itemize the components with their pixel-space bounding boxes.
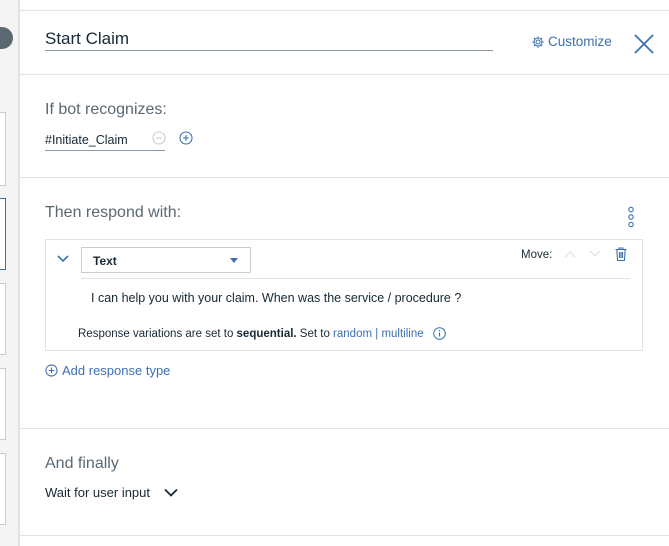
variations-set-to: Set to (296, 328, 334, 340)
response-type-select[interactable]: Text (81, 247, 251, 273)
add-response-type-label: Add response type (62, 363, 171, 378)
background-node-card[interactable] (0, 368, 6, 440)
variations-mode: sequential. (236, 328, 297, 340)
chevron-down-icon (164, 488, 178, 497)
add-condition-icon[interactable] (179, 131, 193, 145)
panel-top-divider (20, 10, 669, 11)
section-divider (20, 74, 669, 75)
background-node-card[interactable] (0, 453, 6, 525)
background-node-card-selected[interactable] (0, 198, 6, 270)
close-icon[interactable] (631, 31, 657, 57)
condition-heading: If bot recognizes: (45, 101, 167, 118)
background-sidebar (0, 0, 19, 546)
finally-action-select[interactable]: Wait for user input (45, 485, 178, 500)
section-divider (20, 428, 669, 429)
node-editor-panel: Customize If bot recognizes: Then respon… (19, 0, 669, 546)
move-label: Move: (521, 249, 553, 261)
info-icon[interactable] (433, 327, 446, 340)
response-text-divider (81, 278, 630, 279)
move-down-icon[interactable] (589, 250, 601, 258)
section-divider (20, 177, 669, 178)
move-up-icon[interactable] (564, 250, 576, 258)
overflow-menu-icon[interactable] (626, 206, 636, 228)
random-link[interactable]: random (333, 328, 372, 340)
customize-label: Customize (548, 34, 612, 49)
customize-button[interactable]: Customize (531, 34, 612, 49)
variations-prefix: Response variations are set to (78, 328, 237, 340)
intent-condition-input[interactable] (45, 130, 165, 151)
trash-icon[interactable] (615, 247, 627, 261)
variations-note: Response variations are set to sequentia… (78, 328, 424, 340)
response-card: Text Move: Response variations are set t… (45, 239, 643, 351)
plus-circle-icon (45, 364, 58, 377)
section-divider (20, 535, 669, 536)
background-node-card[interactable] (0, 283, 6, 355)
remove-condition-icon[interactable] (152, 131, 166, 145)
response-type-value: Text (93, 254, 117, 268)
finally-action-value: Wait for user input (45, 485, 151, 500)
response-heading: Then respond with: (45, 204, 182, 221)
response-text-input[interactable] (91, 291, 611, 305)
gear-icon (532, 35, 544, 48)
multiline-link[interactable]: multiline (381, 328, 423, 340)
chevron-down-icon[interactable] (56, 254, 70, 264)
background-node-card[interactable] (0, 112, 6, 186)
finally-heading: And finally (45, 455, 119, 472)
add-response-type-button[interactable]: Add response type (45, 363, 170, 378)
node-title-input[interactable] (45, 28, 493, 51)
background-toggle[interactable] (0, 27, 13, 49)
caret-down-icon (230, 258, 238, 263)
